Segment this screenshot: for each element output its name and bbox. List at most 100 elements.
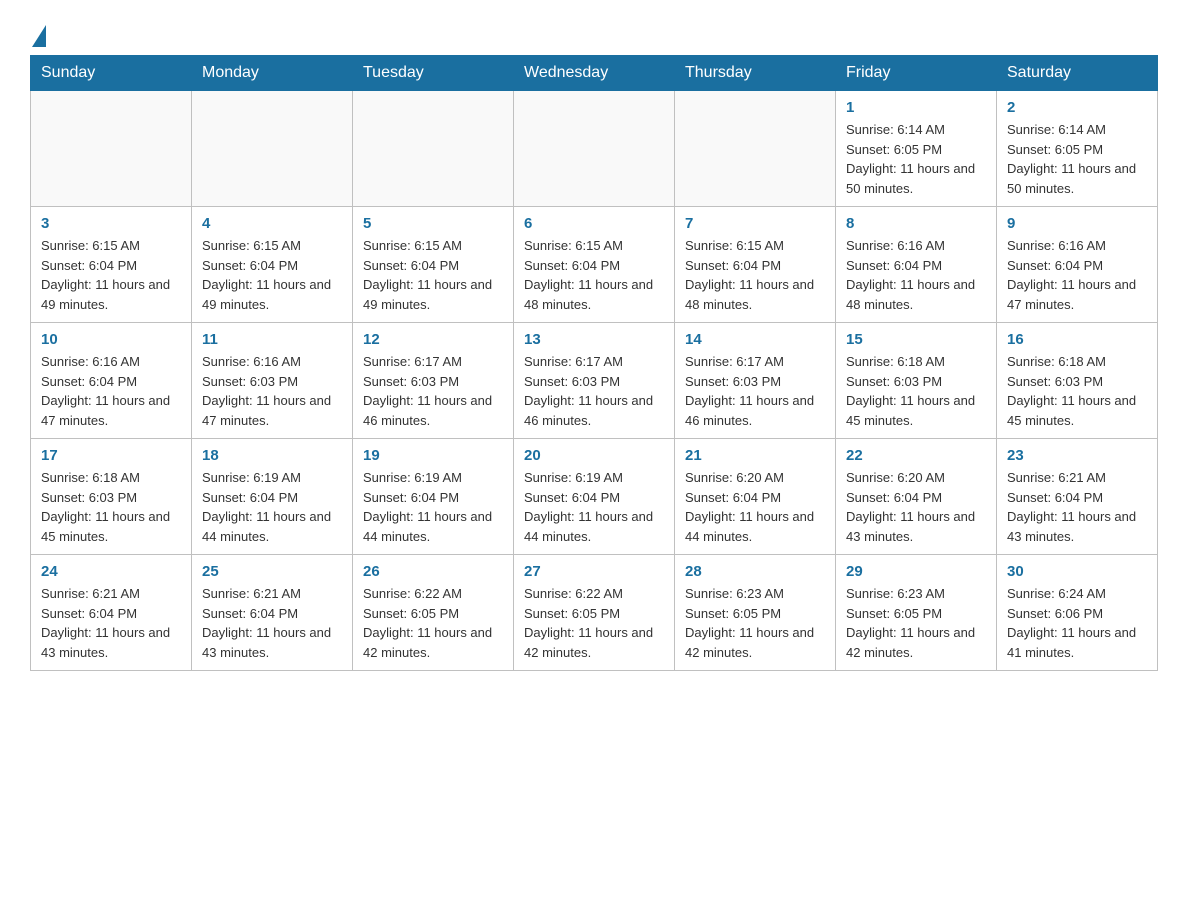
day-info: Sunrise: 6:18 AMSunset: 6:03 PMDaylight:…	[41, 468, 181, 546]
day-info: Sunrise: 6:17 AMSunset: 6:03 PMDaylight:…	[524, 352, 664, 430]
weekday-header-wednesday: Wednesday	[514, 56, 675, 91]
calendar-cell: 7Sunrise: 6:15 AMSunset: 6:04 PMDaylight…	[675, 207, 836, 323]
calendar-cell: 16 Sunrise: 6:18 AMSunset: 6:03 PMDayligh…	[997, 323, 1158, 439]
day-info: Sunrise: 6:18 AMSunset: 6:03 PMDaylight:…	[1007, 352, 1147, 430]
logo-triangle-icon	[32, 25, 46, 47]
calendar-cell: 8Sunrise: 6:16 AMSunset: 6:04 PMDaylight…	[836, 207, 997, 323]
day-info: Sunrise: 6:16 AMSunset: 6:03 PMDaylight:…	[202, 352, 342, 430]
calendar-cell: 27 Sunrise: 6:22 AMSunset: 6:05 PMDayligh…	[514, 555, 675, 671]
calendar-cell: 30 Sunrise: 6:24 AMSunset: 6:06 PMDayligh…	[997, 555, 1158, 671]
day-number: 18	[202, 447, 342, 464]
day-number: 21	[685, 447, 825, 464]
day-info: Sunrise: 6:14 AMSunset: 6:05 PMDaylight:…	[1007, 120, 1147, 198]
calendar-cell: 3 Sunrise: 6:15 AMSunset: 6:04 PMDaylight…	[31, 207, 192, 323]
day-info: Sunrise: 6:19 AMSunset: 6:04 PMDaylight:…	[524, 468, 664, 546]
day-info: Sunrise: 6:16 AMSunset: 6:04 PMDaylight:…	[41, 352, 181, 430]
calendar-table: SundayMondayTuesdayWednesdayThursdayFrid…	[30, 55, 1158, 671]
calendar-cell	[675, 91, 836, 207]
day-number: 6	[524, 215, 664, 232]
day-info: Sunrise: 6:15 AMSunset: 6:04 PMDaylight:…	[524, 236, 664, 314]
day-number: 16	[1007, 331, 1147, 348]
week-row-2: 3 Sunrise: 6:15 AMSunset: 6:04 PMDaylight…	[31, 207, 1158, 323]
calendar-cell: 14 Sunrise: 6:17 AMSunset: 6:03 PMDayligh…	[675, 323, 836, 439]
day-number: 23	[1007, 447, 1147, 464]
day-number: 5	[363, 215, 503, 232]
weekday-header-sunday: Sunday	[31, 56, 192, 91]
weekday-header-saturday: Saturday	[997, 56, 1158, 91]
calendar-cell: 25 Sunrise: 6:21 AMSunset: 6:04 PMDayligh…	[192, 555, 353, 671]
day-info: Sunrise: 6:20 AMSunset: 6:04 PMDaylight:…	[685, 468, 825, 546]
calendar-cell: 22Sunrise: 6:20 AMSunset: 6:04 PMDayligh…	[836, 439, 997, 555]
day-number: 27	[524, 563, 664, 580]
calendar-cell: 11Sunrise: 6:16 AMSunset: 6:03 PMDayligh…	[192, 323, 353, 439]
calendar-cell: 21 Sunrise: 6:20 AMSunset: 6:04 PMDayligh…	[675, 439, 836, 555]
day-info: Sunrise: 6:21 AMSunset: 6:04 PMDaylight:…	[202, 584, 342, 662]
day-info: Sunrise: 6:15 AMSunset: 6:04 PMDaylight:…	[363, 236, 503, 314]
calendar-cell: 1 Sunrise: 6:14 AMSunset: 6:05 PMDaylight…	[836, 91, 997, 207]
day-number: 22	[846, 447, 986, 464]
calendar-cell: 28 Sunrise: 6:23 AMSunset: 6:05 PMDayligh…	[675, 555, 836, 671]
day-number: 1	[846, 99, 986, 116]
calendar-cell: 2 Sunrise: 6:14 AMSunset: 6:05 PMDaylight…	[997, 91, 1158, 207]
day-info: Sunrise: 6:16 AMSunset: 6:04 PMDaylight:…	[846, 236, 986, 314]
weekday-header-row: SundayMondayTuesdayWednesdayThursdayFrid…	[31, 56, 1158, 91]
calendar-cell: 23 Sunrise: 6:21 AMSunset: 6:04 PMDayligh…	[997, 439, 1158, 555]
calendar-cell: 18 Sunrise: 6:19 AMSunset: 6:04 PMDayligh…	[192, 439, 353, 555]
day-number: 2	[1007, 99, 1147, 116]
day-info: Sunrise: 6:21 AMSunset: 6:04 PMDaylight:…	[1007, 468, 1147, 546]
calendar-cell: 4 Sunrise: 6:15 AMSunset: 6:04 PMDaylight…	[192, 207, 353, 323]
day-info: Sunrise: 6:23 AMSunset: 6:05 PMDaylight:…	[846, 584, 986, 662]
logo	[30, 20, 46, 45]
day-info: Sunrise: 6:22 AMSunset: 6:05 PMDaylight:…	[363, 584, 503, 662]
calendar-cell: 6 Sunrise: 6:15 AMSunset: 6:04 PMDaylight…	[514, 207, 675, 323]
day-number: 28	[685, 563, 825, 580]
calendar-cell	[31, 91, 192, 207]
day-number: 19	[363, 447, 503, 464]
day-number: 15	[846, 331, 986, 348]
week-row-4: 17Sunrise: 6:18 AMSunset: 6:03 PMDayligh…	[31, 439, 1158, 555]
calendar-cell: 19 Sunrise: 6:19 AMSunset: 6:04 PMDayligh…	[353, 439, 514, 555]
day-info: Sunrise: 6:22 AMSunset: 6:05 PMDaylight:…	[524, 584, 664, 662]
day-number: 14	[685, 331, 825, 348]
day-info: Sunrise: 6:15 AMSunset: 6:04 PMDaylight:…	[202, 236, 342, 314]
calendar-cell: 13 Sunrise: 6:17 AMSunset: 6:03 PMDayligh…	[514, 323, 675, 439]
day-info: Sunrise: 6:15 AMSunset: 6:04 PMDaylight:…	[41, 236, 181, 314]
weekday-header-friday: Friday	[836, 56, 997, 91]
day-info: Sunrise: 6:17 AMSunset: 6:03 PMDaylight:…	[363, 352, 503, 430]
day-info: Sunrise: 6:19 AMSunset: 6:04 PMDaylight:…	[202, 468, 342, 546]
page-header	[30, 20, 1158, 45]
day-number: 4	[202, 215, 342, 232]
day-number: 20	[524, 447, 664, 464]
weekday-header-thursday: Thursday	[675, 56, 836, 91]
weekday-header-monday: Monday	[192, 56, 353, 91]
day-number: 3	[41, 215, 181, 232]
day-info: Sunrise: 6:24 AMSunset: 6:06 PMDaylight:…	[1007, 584, 1147, 662]
calendar-cell	[514, 91, 675, 207]
calendar-cell	[353, 91, 514, 207]
day-number: 24	[41, 563, 181, 580]
day-info: Sunrise: 6:16 AMSunset: 6:04 PMDaylight:…	[1007, 236, 1147, 314]
day-number: 29	[846, 563, 986, 580]
calendar-cell: 10Sunrise: 6:16 AMSunset: 6:04 PMDayligh…	[31, 323, 192, 439]
calendar-cell	[192, 91, 353, 207]
calendar-cell: 17Sunrise: 6:18 AMSunset: 6:03 PMDayligh…	[31, 439, 192, 555]
calendar-cell: 9 Sunrise: 6:16 AMSunset: 6:04 PMDaylight…	[997, 207, 1158, 323]
day-number: 25	[202, 563, 342, 580]
day-info: Sunrise: 6:19 AMSunset: 6:04 PMDaylight:…	[363, 468, 503, 546]
day-info: Sunrise: 6:18 AMSunset: 6:03 PMDaylight:…	[846, 352, 986, 430]
day-info: Sunrise: 6:23 AMSunset: 6:05 PMDaylight:…	[685, 584, 825, 662]
day-info: Sunrise: 6:17 AMSunset: 6:03 PMDaylight:…	[685, 352, 825, 430]
calendar-cell: 20 Sunrise: 6:19 AMSunset: 6:04 PMDayligh…	[514, 439, 675, 555]
day-number: 26	[363, 563, 503, 580]
week-row-3: 10Sunrise: 6:16 AMSunset: 6:04 PMDayligh…	[31, 323, 1158, 439]
day-number: 12	[363, 331, 503, 348]
day-number: 13	[524, 331, 664, 348]
calendar-cell: 29 Sunrise: 6:23 AMSunset: 6:05 PMDayligh…	[836, 555, 997, 671]
calendar-cell: 12 Sunrise: 6:17 AMSunset: 6:03 PMDayligh…	[353, 323, 514, 439]
day-info: Sunrise: 6:21 AMSunset: 6:04 PMDaylight:…	[41, 584, 181, 662]
weekday-header-tuesday: Tuesday	[353, 56, 514, 91]
day-number: 9	[1007, 215, 1147, 232]
day-number: 30	[1007, 563, 1147, 580]
day-info: Sunrise: 6:14 AMSunset: 6:05 PMDaylight:…	[846, 120, 986, 198]
calendar-cell: 5 Sunrise: 6:15 AMSunset: 6:04 PMDaylight…	[353, 207, 514, 323]
